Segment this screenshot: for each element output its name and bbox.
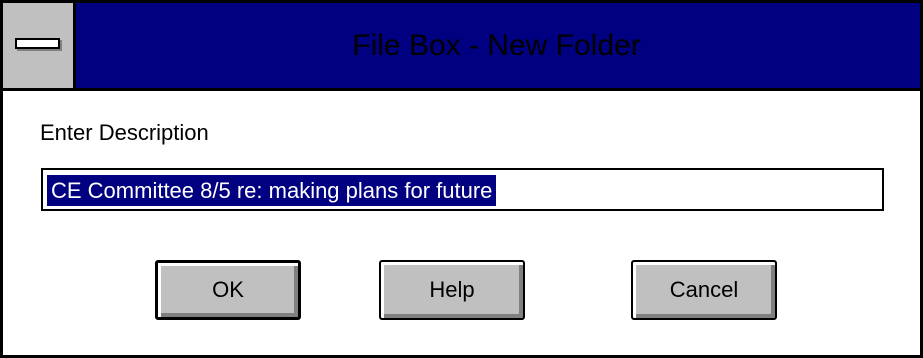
system-menu-button[interactable] xyxy=(3,3,76,88)
ok-button[interactable]: OK xyxy=(155,260,301,320)
system-menu-icon xyxy=(15,38,60,49)
description-dialog: File Box - New Folder Enter Description … xyxy=(0,0,923,358)
description-label: Enter Description xyxy=(40,120,209,145)
help-button[interactable]: Help xyxy=(379,260,525,320)
description-input-value: CE Committee 8/5 re: making plans for fu… xyxy=(47,175,497,206)
description-input[interactable]: CE Committee 8/5 re: making plans for fu… xyxy=(41,168,884,211)
dialog-title: File Box - New Folder xyxy=(352,29,641,62)
title-bar[interactable]: File Box - New Folder xyxy=(3,3,920,91)
cancel-button[interactable]: Cancel xyxy=(631,260,777,320)
